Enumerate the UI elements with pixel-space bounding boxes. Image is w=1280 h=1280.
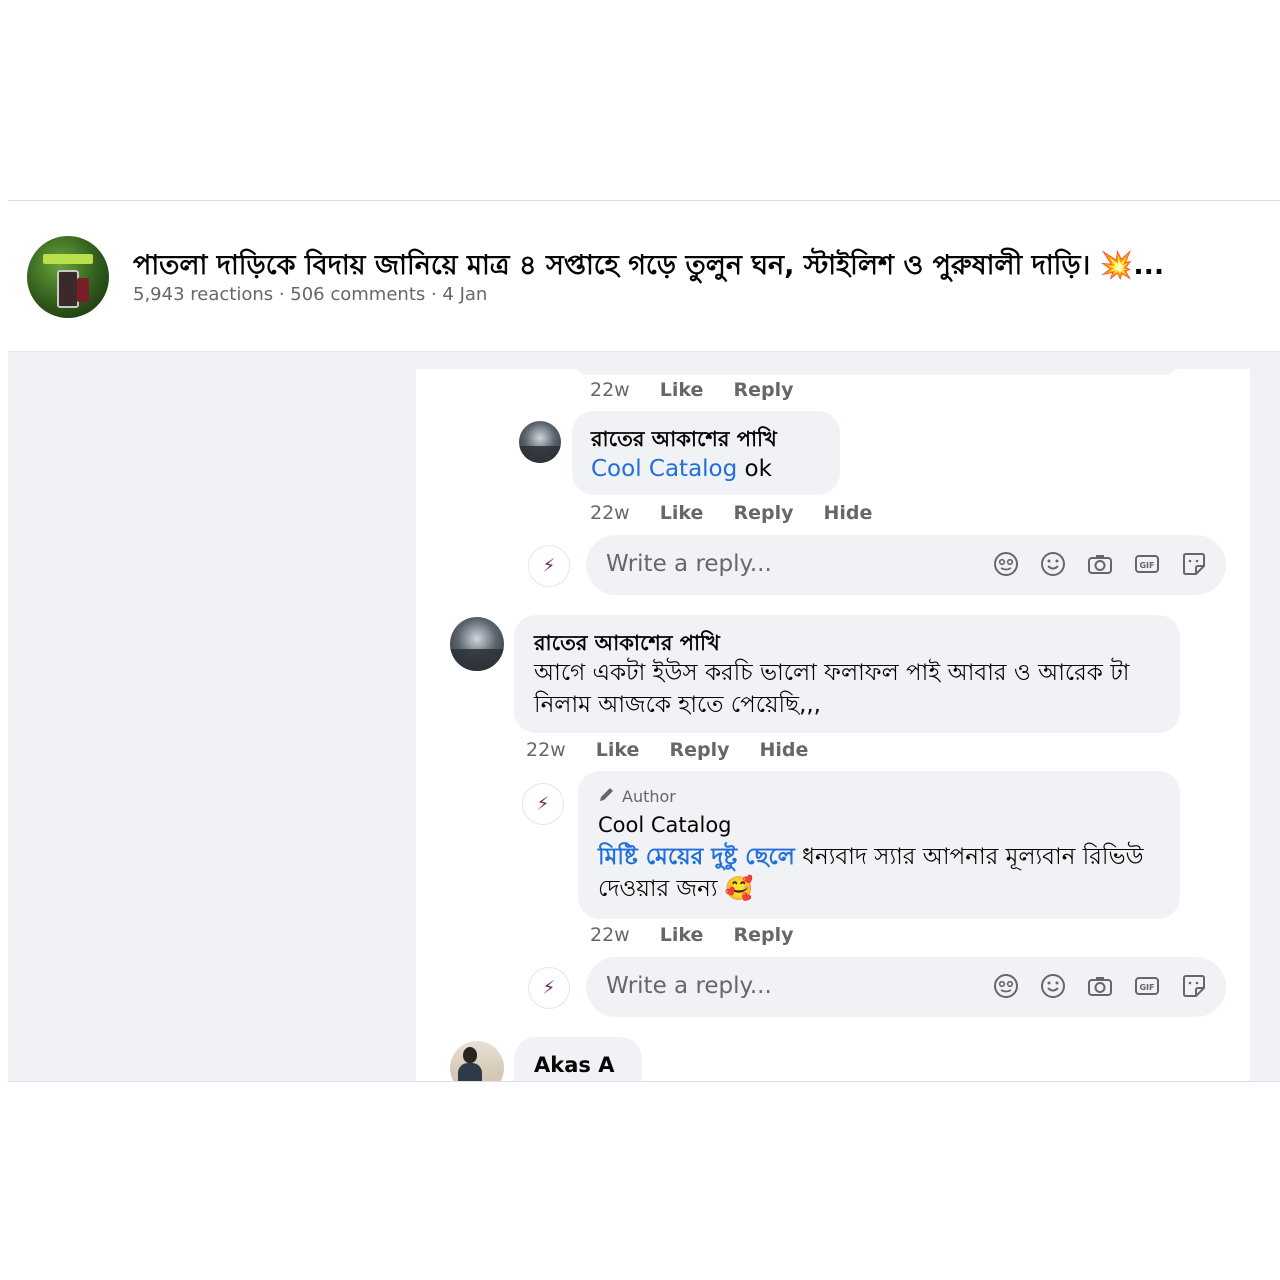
sticker-icon[interactable]	[1180, 972, 1208, 1000]
emoji-icon[interactable]	[1039, 550, 1067, 578]
comment-actions: 22w Like Reply Hide	[526, 739, 832, 761]
comments-panel: 22w Like Reply রাতের আকাশের পাখি Cool Ca…	[416, 369, 1250, 1081]
comment-bubble: রাতের আকাশের পাখি Cool Catalog ok	[572, 411, 840, 495]
comment-bubble: Akas A	[514, 1037, 642, 1081]
author-badge-label: Author	[622, 786, 676, 806]
hide-button[interactable]: Hide	[824, 502, 873, 524]
comment-bubble: রাতের আকাশের পাখি আগে একটা ইউস করচি ভালো…	[514, 615, 1180, 733]
camera-icon[interactable]	[1086, 550, 1114, 578]
like-button[interactable]: Like	[660, 502, 704, 524]
comment-actions: 22w Like Reply	[590, 924, 817, 946]
reply-placeholder: Write a reply...	[606, 551, 772, 577]
svg-text:GIF: GIF	[1139, 561, 1154, 570]
reply-button[interactable]: Reply	[733, 379, 793, 401]
reply-input[interactable]: Write a reply... GIF	[586, 957, 1226, 1017]
avatar[interactable]	[519, 421, 561, 463]
like-button[interactable]: Like	[660, 379, 704, 401]
comment-bubble: Author Cool Catalog মিষ্টি মেয়ের দুষ্টু…	[578, 771, 1180, 919]
current-user-avatar: ⚡	[528, 545, 570, 587]
pencil-icon	[598, 785, 616, 807]
svg-text:GIF: GIF	[1139, 983, 1154, 992]
timestamp[interactable]: 22w	[590, 379, 630, 401]
avatar-sticker-icon[interactable]	[992, 972, 1020, 1000]
timestamp[interactable]: 22w	[590, 502, 630, 524]
timestamp[interactable]: 22w	[526, 739, 566, 761]
reply-button[interactable]: Reply	[669, 739, 729, 761]
current-user-avatar: ⚡	[528, 967, 570, 1009]
timestamp[interactable]: 22w	[590, 924, 630, 946]
avatar[interactable]	[450, 617, 504, 671]
hide-button[interactable]: Hide	[760, 739, 809, 761]
comment-body: ok	[737, 456, 772, 482]
comment-text: মিষ্টি মেয়ের দুষ্টু ছেলে ধন্যবাদ স্যার …	[598, 841, 1158, 905]
camera-icon[interactable]	[1086, 972, 1114, 1000]
like-button[interactable]: Like	[660, 924, 704, 946]
avatar[interactable]	[450, 1041, 504, 1081]
comment-actions-top: 22w Like Reply	[590, 379, 817, 401]
post-meta: 5,943 reactions · 506 comments · 4 Jan	[133, 284, 488, 305]
previous-comment-bubble-edge	[576, 369, 1176, 375]
reply-placeholder: Write a reply...	[606, 973, 772, 999]
comment-text: আগে একটা ইউস করচি ভালো ফলাফল পাই আবার ও …	[534, 660, 1130, 718]
comment-author[interactable]: Akas A	[534, 1053, 614, 1077]
gif-icon[interactable]: GIF	[1133, 550, 1161, 578]
post-header: পাতলা দাড়িকে বিদায় জানিয়ে মাত্র ৪ সপ্…	[8, 201, 1280, 352]
gif-icon[interactable]: GIF	[1133, 972, 1161, 1000]
author-avatar[interactable]: ⚡	[522, 783, 564, 825]
author-badge: Author	[598, 785, 676, 807]
reply-input[interactable]: Write a reply... GIF	[586, 535, 1226, 595]
reply-button[interactable]: Reply	[733, 924, 793, 946]
mention-tag[interactable]: মিষ্টি মেয়ের দুষ্টু ছেলে	[598, 844, 795, 870]
comment-actions: 22w Like Reply Hide	[590, 502, 896, 524]
page-avatar[interactable]	[27, 236, 109, 318]
reply-button[interactable]: Reply	[733, 502, 793, 524]
comment-author[interactable]: Cool Catalog	[598, 813, 732, 837]
mention-tag[interactable]: Cool Catalog	[591, 456, 737, 482]
sticker-icon[interactable]	[1180, 550, 1208, 578]
screenshot-frame: পাতলা দাড়িকে বিদায় জানিয়ে মাত্র ৪ সপ্…	[8, 200, 1280, 1082]
like-button[interactable]: Like	[596, 739, 640, 761]
avatar-sticker-icon[interactable]	[992, 550, 1020, 578]
comment-text: Cool Catalog ok	[591, 453, 772, 485]
emoji-icon[interactable]	[1039, 972, 1067, 1000]
